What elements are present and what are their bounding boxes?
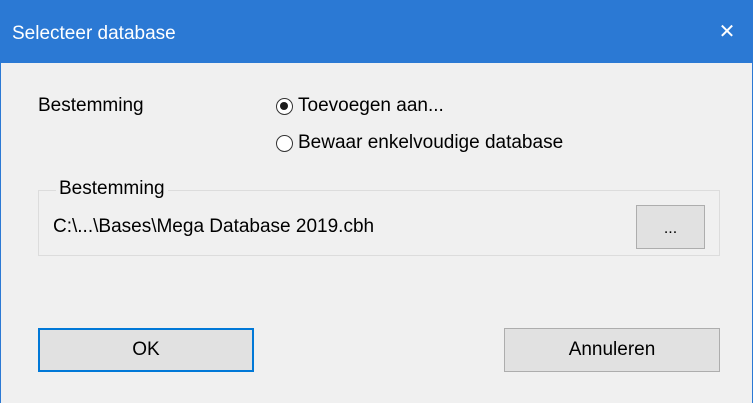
close-button[interactable]: ✕ <box>701 0 753 63</box>
destination-group-label: Bestemming <box>56 178 168 200</box>
close-icon: ✕ <box>718 21 736 43</box>
radio-append-label: Toevoegen aan... <box>298 95 444 116</box>
radio-save-single[interactable]: Bewaar enkelvoudige database <box>276 132 563 154</box>
destination-path: C:\...\Bases\Mega Database 2019.cbh <box>53 216 375 237</box>
cancel-button-label: Annuleren <box>568 339 656 360</box>
ok-button[interactable]: OK <box>38 328 254 372</box>
cancel-button[interactable]: Annuleren <box>504 328 720 372</box>
browse-button-label: ... <box>663 220 678 237</box>
ok-button-label: OK <box>132 339 160 360</box>
window-title: Selecteer database <box>12 23 176 44</box>
radio-append[interactable]: Toevoegen aan... <box>276 95 444 117</box>
browse-button[interactable]: ... <box>636 205 705 249</box>
radio-button-save-single[interactable] <box>276 134 293 152</box>
window-border-left <box>0 63 1 403</box>
radio-save-single-label: Bewaar enkelvoudige database <box>298 132 564 153</box>
destination-label: Bestemming <box>38 95 144 116</box>
title-bar: Selecteer database ✕ <box>0 0 753 63</box>
radio-button-append[interactable] <box>276 97 293 115</box>
dialog-window: Selecteer database ✕ Bestemming Toevoege… <box>0 0 753 403</box>
